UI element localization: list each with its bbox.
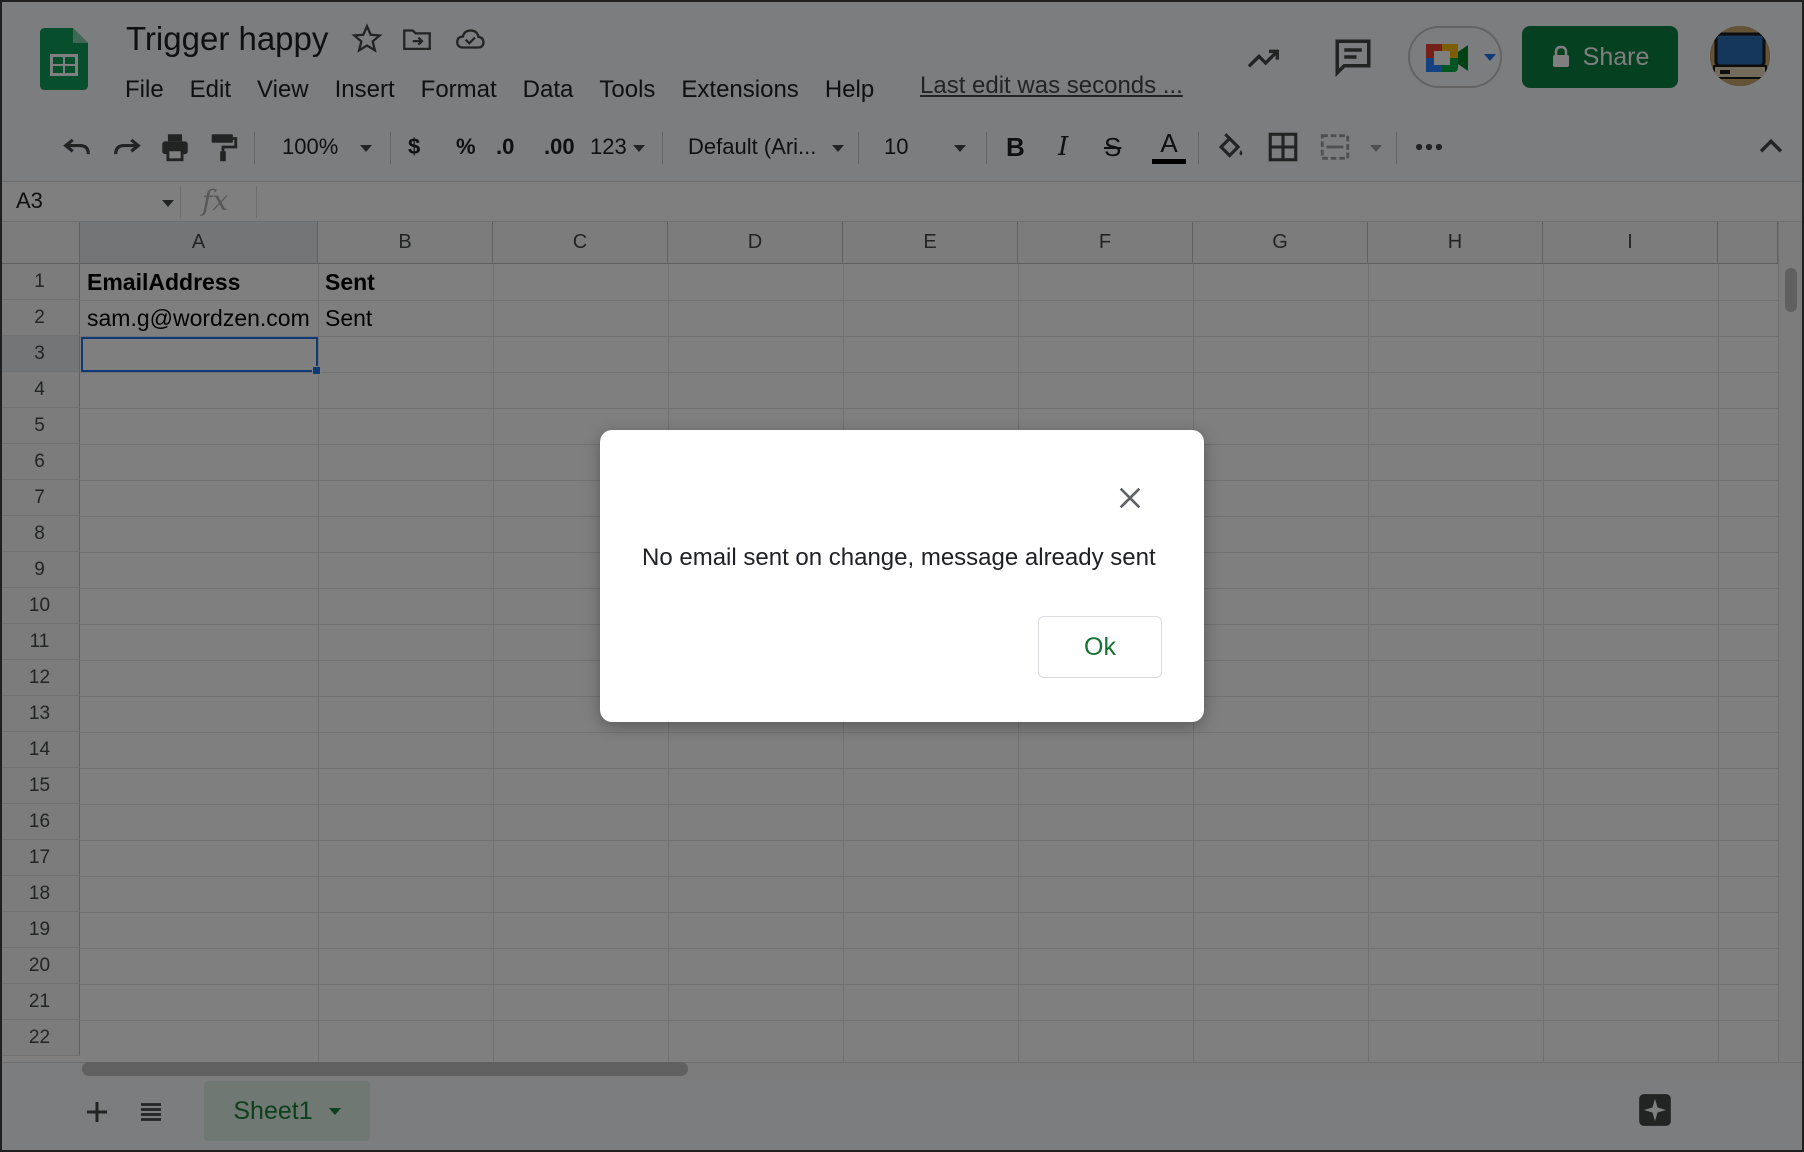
dialog-message: No email sent on change, message already… — [642, 544, 1156, 571]
alert-dialog: No email sent on change, message already… — [600, 430, 1204, 722]
close-icon[interactable] — [1114, 482, 1146, 514]
ok-button[interactable]: Ok — [1038, 616, 1162, 678]
